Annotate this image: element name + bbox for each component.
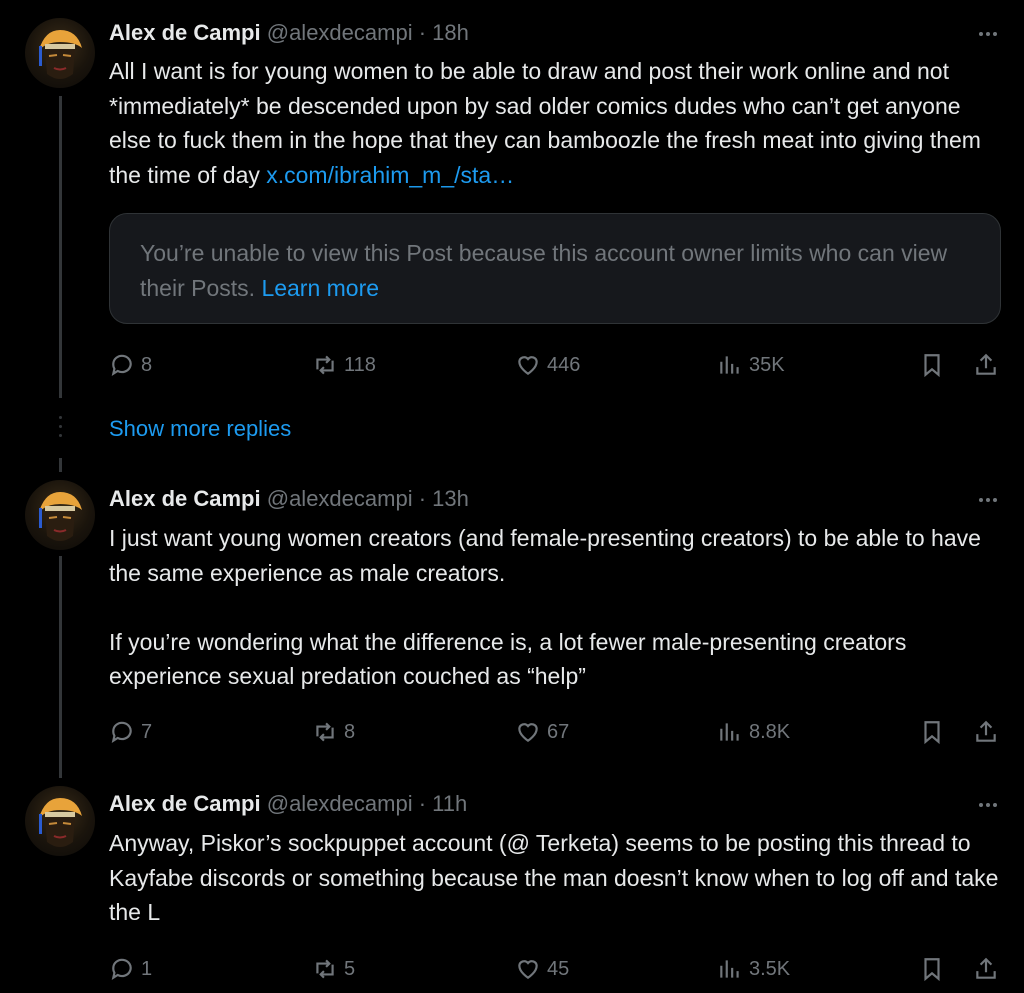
author-handle[interactable]: @alexdecampi (267, 791, 413, 816)
tweet-header: Alex de Campi @alexdecampi · 13h (109, 486, 469, 512)
bookmark-button[interactable] (919, 954, 951, 984)
tweet-body: All I want is for young women to be able… (109, 58, 988, 188)
action-bar: 7 8 67 8.8K (109, 717, 1009, 747)
like-count: 446 (547, 353, 581, 376)
share-icon (976, 353, 996, 375)
show-more-replies-link[interactable]: Show more replies (109, 416, 291, 442)
tweet-text: Anyway, Piskor’s sockpuppet account (@ T… (109, 830, 1005, 925)
like-count: 45 (547, 957, 570, 980)
author-name[interactable]: Alex de Campi (109, 486, 261, 511)
reply-count: 1 (141, 957, 153, 980)
action-bar: 1 5 45 3.5K (109, 954, 1009, 984)
author-handle[interactable]: @alexdecampi (267, 20, 413, 45)
like-button[interactable]: 45 (515, 954, 569, 984)
bookmark-icon (924, 721, 940, 745)
reply-button[interactable]: 8 (109, 350, 152, 380)
tweet-text: All I want is for young women to be able… (109, 54, 1009, 192)
reply-icon (111, 721, 132, 743)
share-button[interactable] (973, 350, 1005, 380)
separator: · (418, 486, 427, 511)
timestamp[interactable]: 13h (432, 486, 469, 511)
thread-line (59, 458, 62, 472)
repost-icon (316, 959, 334, 979)
bookmark-button[interactable] (919, 350, 951, 380)
like-icon (518, 960, 538, 979)
reply-icon (111, 354, 132, 376)
author-name[interactable]: Alex de Campi (109, 20, 261, 45)
share-button[interactable] (973, 717, 1005, 747)
author-name[interactable]: Alex de Campi (109, 791, 261, 816)
share-icon (976, 957, 996, 979)
views-count: 35K (749, 353, 785, 376)
avatar[interactable] (25, 480, 95, 550)
like-button[interactable]: 446 (515, 350, 580, 380)
bookmark-icon (924, 958, 940, 982)
share-icon (976, 720, 996, 742)
repost-count: 8 (344, 720, 356, 743)
timestamp[interactable]: 18h (432, 20, 469, 45)
more-icon[interactable] (973, 490, 1003, 510)
views-button[interactable]: 8.8K (717, 717, 790, 747)
repost-icon (316, 355, 334, 375)
views-button[interactable]: 3.5K (717, 954, 790, 984)
repost-button[interactable]: 8 (312, 717, 355, 747)
repost-button[interactable]: 118 (312, 350, 376, 380)
thread-line (59, 96, 62, 398)
views-button[interactable]: 35K (717, 350, 785, 380)
action-bar: 8 118 446 35K (109, 350, 1009, 380)
views-icon (720, 723, 739, 741)
timestamp[interactable]: 11h (432, 791, 467, 816)
reply-count: 7 (141, 720, 153, 743)
tweet-link[interactable]: x.com/ibrahim_m_/sta… (266, 162, 514, 188)
like-icon (518, 723, 538, 742)
views-count: 8.8K (749, 720, 791, 743)
avatar[interactable] (25, 18, 95, 88)
repost-icon (316, 722, 334, 742)
like-count: 67 (547, 720, 570, 743)
tweet-text: I just want young women creators (and fe… (109, 525, 981, 689)
separator: · (418, 791, 427, 816)
repost-count: 5 (344, 957, 356, 980)
avatar[interactable] (25, 786, 95, 856)
more-icon[interactable] (973, 795, 1003, 815)
thread-gap-dots (57, 416, 63, 443)
reply-button[interactable]: 7 (109, 717, 152, 747)
tweet-header: Alex de Campi @alexdecampi · 18h (109, 20, 469, 46)
separator: · (418, 20, 427, 45)
bookmark-button[interactable] (919, 717, 951, 747)
thread-line (59, 556, 62, 778)
views-count: 3.5K (749, 957, 791, 980)
share-button[interactable] (973, 954, 1005, 984)
tweet-header: Alex de Campi @alexdecampi · 11h (109, 791, 467, 817)
like-button[interactable]: 67 (515, 717, 569, 747)
repost-count: 118 (344, 353, 376, 376)
repost-button[interactable]: 5 (312, 954, 355, 984)
more-icon[interactable] (973, 24, 1003, 44)
like-icon (518, 356, 538, 375)
quote-card[interactable]: You’re unable to view this Post because … (109, 213, 1001, 324)
bookmark-icon (924, 354, 940, 378)
learn-more-link[interactable]: Learn more (261, 275, 379, 301)
reply-button[interactable]: 1 (109, 954, 152, 984)
views-icon (720, 960, 739, 978)
reply-count: 8 (141, 353, 153, 376)
views-icon (720, 356, 739, 374)
reply-icon (111, 958, 132, 980)
author-handle[interactable]: @alexdecampi (267, 486, 413, 511)
